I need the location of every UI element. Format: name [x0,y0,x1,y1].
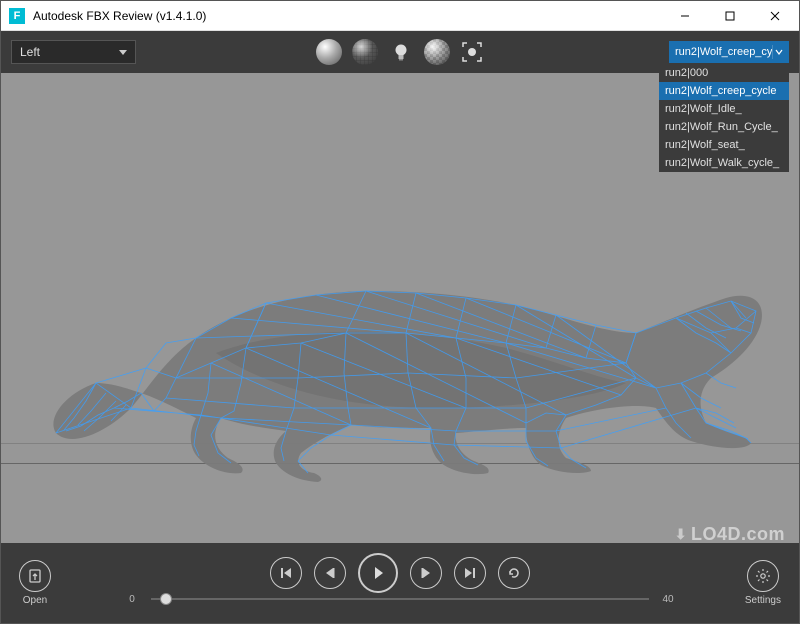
play-button[interactable] [358,553,398,593]
timeline-start-label: 0 [121,594,143,605]
watermark-text: LO4D.com [691,524,785,545]
frame-selection-icon[interactable] [460,40,484,64]
download-icon: ⬇ [675,526,687,543]
open-label: Open [23,595,47,606]
animation-clip-dropdown: run2|000 run2|Wolf_creep_cycle run2|Wolf… [659,64,789,172]
chevron-down-icon [772,45,785,59]
wolf-wireframe-model [36,183,776,483]
dropdown-item[interactable]: run2|Wolf_Walk_cycle_ [659,154,789,172]
loop-button[interactable] [498,557,530,589]
textured-mode-icon[interactable] [424,39,450,65]
step-back-button[interactable] [314,557,346,589]
timeline: 0 40 [121,589,679,609]
shaded-mode-icon[interactable] [316,39,342,65]
window-title: Autodesk FBX Review (v1.4.1.0) [33,9,662,23]
top-toolbar: Left [1,31,799,73]
close-button[interactable] [752,2,797,30]
dropdown-item[interactable]: run2|Wolf_creep_cycle [659,82,789,100]
dropdown-item[interactable]: run2|Wolf_seat_ [659,136,789,154]
chevron-down-icon [119,50,127,55]
animation-clip-label: run2|Wolf_creep_cyc [675,46,772,58]
titlebar: F Autodesk FBX Review (v1.4.1.0) [1,1,799,31]
app-body: Left [1,31,799,623]
settings-button[interactable] [747,560,779,592]
playback-controls [270,553,530,593]
lighting-icon[interactable] [388,39,414,65]
dropdown-item[interactable]: run2|Wolf_Run_Cycle_ [659,118,789,136]
open-block: Open [19,560,51,606]
dropdown-item[interactable]: run2|000 [659,64,789,82]
app-window: F Autodesk FBX Review (v1.4.1.0) Left [0,0,800,624]
animation-clip-select[interactable]: run2|Wolf_creep_cyc [669,41,789,63]
dropdown-item[interactable]: run2|Wolf_Idle_ [659,100,789,118]
wireframe-mode-icon[interactable] [352,39,378,65]
open-file-button[interactable] [19,560,51,592]
timeline-track[interactable] [151,598,649,600]
settings-block: Settings [745,560,781,606]
app-icon: F [9,8,25,24]
camera-view-label: Left [20,45,40,59]
shading-mode-toolbar [316,39,484,65]
bottom-bar: Open [1,543,799,623]
go-to-end-button[interactable] [454,557,486,589]
go-to-start-button[interactable] [270,557,302,589]
settings-label: Settings [745,595,781,606]
minimize-button[interactable] [662,2,707,30]
timeline-playhead[interactable] [160,593,172,605]
watermark: ⬇ LO4D.com [675,524,785,545]
timeline-end-label: 40 [657,594,679,605]
step-forward-button[interactable] [410,557,442,589]
window-controls [662,2,797,30]
maximize-button[interactable] [707,2,752,30]
camera-view-select[interactable]: Left [11,40,136,64]
